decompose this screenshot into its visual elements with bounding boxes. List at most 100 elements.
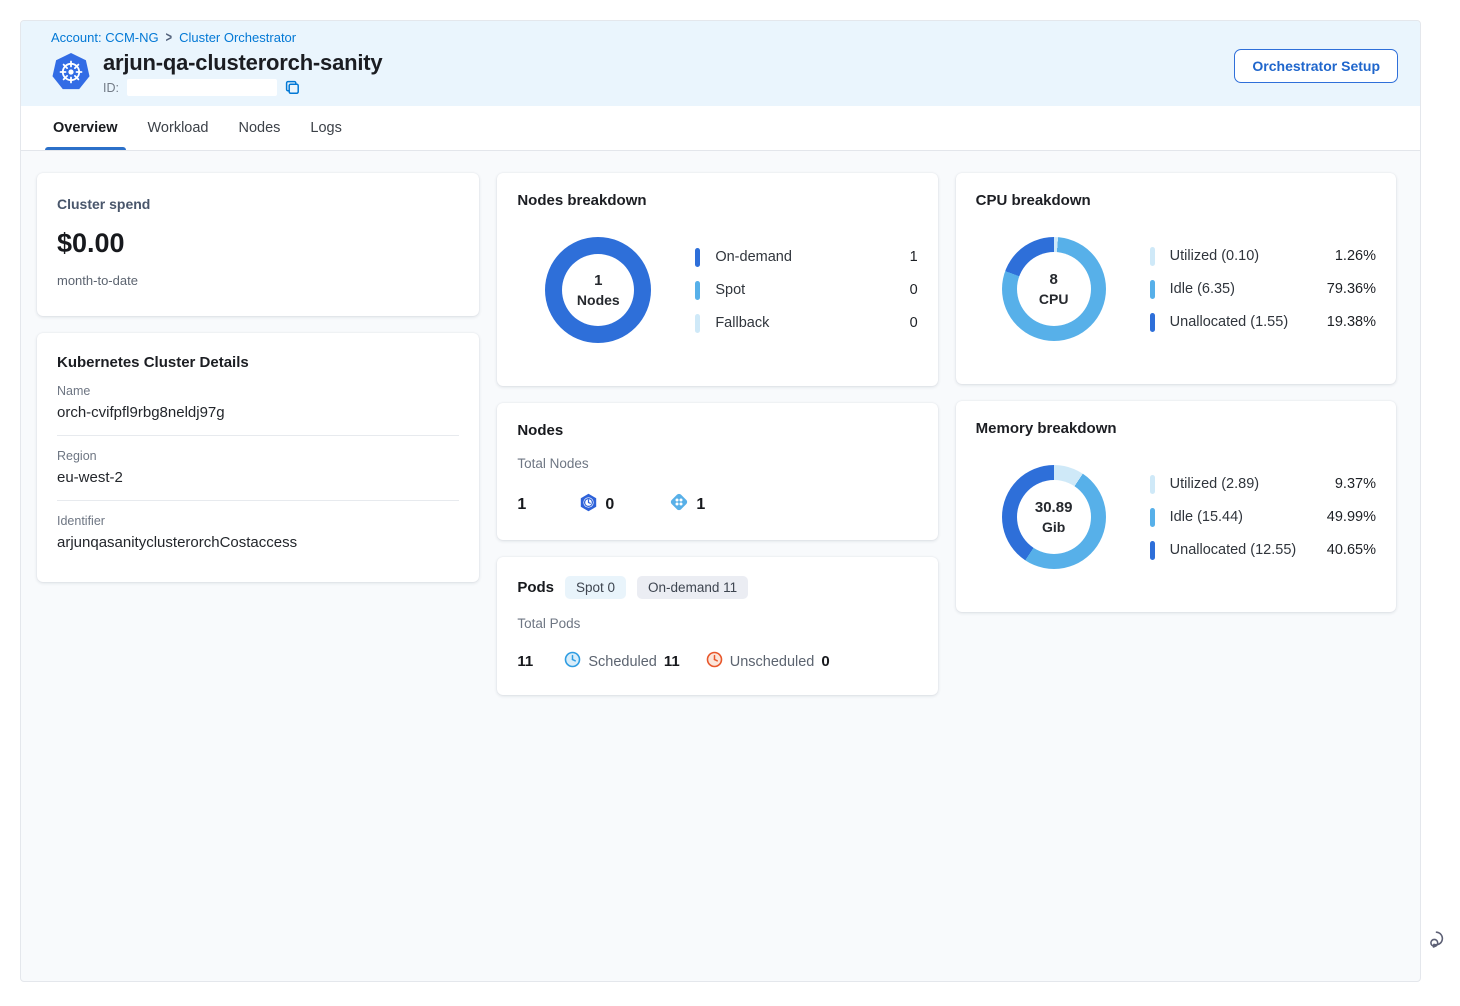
nodes-breakdown-title: Nodes breakdown: [517, 192, 917, 209]
legend-swatch-spot: [695, 281, 700, 300]
legend-value: 9.37%: [1335, 476, 1376, 492]
tab-nodes[interactable]: Nodes: [236, 106, 282, 150]
nodes-donut-chart: 1 Nodes: [545, 237, 651, 343]
legend-value: 1.26%: [1335, 248, 1376, 264]
pods-card: Pods Spot 0 On-demand 11 Total Pods 11: [497, 557, 937, 695]
id-label: ID:: [103, 81, 119, 95]
detail-field-identifier: Identifier arjunqasanityclusterorchCosta…: [57, 500, 459, 565]
detail-field-name: Name orch-cvifpfl9rbg8neldj97g: [57, 371, 459, 435]
cluster-spend-period: month-to-date: [57, 273, 459, 288]
nodes-counts-row: 1 0: [517, 492, 917, 517]
nodes-card: Nodes Total Nodes 1: [497, 403, 937, 540]
cluster-spend-card: Cluster spend $0.00 month-to-date: [37, 173, 479, 316]
nodes-card-title: Nodes: [517, 422, 917, 439]
memory-breakdown-title: Memory breakdown: [976, 420, 1376, 437]
field-value: orch-cvifpfl9rbg8neldj97g: [57, 404, 459, 435]
orchestrator-setup-button[interactable]: Orchestrator Setup: [1234, 49, 1398, 83]
scheduled-count: 11: [664, 653, 680, 670]
cluster-id-value: [127, 79, 277, 96]
chat-help-icon[interactable]: [1428, 928, 1450, 955]
total-pods-count: 11: [517, 653, 564, 670]
legend-row: Fallback 0: [695, 314, 917, 333]
unscheduled-count: 0: [821, 653, 829, 670]
cpu-breakdown-body: 8 CPU Utilized (0.10) 1.26% Idle (6.35): [976, 237, 1376, 341]
legend-label: Unallocated (1.55): [1170, 314, 1289, 330]
legend-value: 40.65%: [1327, 542, 1376, 558]
field-value: eu-west-2: [57, 469, 459, 500]
legend-row: On-demand 1: [695, 248, 917, 267]
legend-row: Unallocated (12.55) 40.65%: [1150, 541, 1376, 560]
legend-label: Utilized (0.10): [1170, 248, 1259, 264]
donut-center-value: 8: [1049, 271, 1057, 288]
legend-label: Spot: [715, 282, 745, 298]
column-left: Cluster spend $0.00 month-to-date Kubern…: [37, 173, 479, 695]
total-nodes-count: 1: [517, 496, 579, 514]
spot-pods-badge: Spot 0: [565, 576, 626, 599]
scheduled-label: Scheduled: [588, 654, 657, 670]
legend-row: Utilized (0.10) 1.26%: [1150, 247, 1376, 266]
column-middle: Nodes breakdown 1 Nodes On-demand 1: [497, 173, 937, 695]
total-nodes-label: Total Nodes: [517, 456, 917, 471]
field-label: Identifier: [57, 514, 459, 528]
legend-label: Utilized (2.89): [1170, 476, 1259, 492]
donut-center: 8 CPU: [1017, 252, 1091, 326]
page-title: arjun-qa-clusterorch-sanity: [103, 50, 382, 76]
breadcrumb: Account: CCM-NG > Cluster Orchestrator: [51, 30, 1398, 45]
memory-breakdown-legend: Utilized (2.89) 9.37% Idle (15.44) 49.99…: [1150, 475, 1376, 560]
cpu-donut-chart: 8 CPU: [1002, 237, 1106, 341]
spot-node-icon: [579, 493, 598, 517]
donut-center-value: 30.89: [1035, 499, 1073, 516]
breadcrumb-section-link[interactable]: Cluster Orchestrator: [179, 30, 296, 45]
tab-bar: Overview Workload Nodes Logs: [21, 106, 1420, 151]
field-value: arjunqasanityclusterorchCostaccess: [57, 534, 459, 565]
legend-row: Unallocated (1.55) 19.38%: [1150, 313, 1376, 332]
donut-center: 30.89 Gib: [1017, 480, 1091, 554]
copy-icon[interactable]: [285, 80, 300, 95]
legend-label: Unallocated (12.55): [1170, 542, 1297, 558]
title-block: arjun-qa-clusterorch-sanity ID:: [103, 50, 382, 96]
legend-row: Idle (15.44) 49.99%: [1150, 508, 1376, 527]
tab-overview[interactable]: Overview: [51, 106, 120, 150]
pods-card-title: Pods: [517, 579, 554, 596]
donut-center-label: CPU: [1039, 291, 1069, 307]
title-row: arjun-qa-clusterorch-sanity ID:: [51, 50, 1398, 96]
legend-label: Idle (15.44): [1170, 509, 1243, 525]
on-demand-nodes-count: 1: [696, 496, 705, 514]
breadcrumb-account-link[interactable]: Account: CCM-NG: [51, 30, 159, 45]
legend-label: On-demand: [715, 249, 792, 265]
kubernetes-icon: [51, 52, 91, 92]
legend-label: Fallback: [715, 315, 769, 331]
donut-center: 1 Nodes: [562, 254, 634, 326]
legend-swatch-idle: [1150, 280, 1155, 299]
nodes-breakdown-legend: On-demand 1 Spot 0 Fallback 0: [695, 248, 917, 333]
spot-nodes-stat: 0: [579, 493, 669, 517]
total-pods-label: Total Pods: [517, 616, 917, 631]
unscheduled-label: Unscheduled: [730, 654, 815, 670]
on-demand-nodes-stat: 1: [669, 492, 759, 517]
legend-value: 79.36%: [1327, 281, 1376, 297]
scheduled-clock-icon: [564, 651, 581, 672]
legend-row: Idle (6.35) 79.36%: [1150, 280, 1376, 299]
scheduled-pods-stat: Scheduled 11: [564, 651, 679, 672]
cpu-breakdown-card: CPU breakdown 8 CPU Utilized (0.10) 1.26…: [956, 173, 1396, 384]
tab-workload[interactable]: Workload: [146, 106, 211, 150]
legend-value: 0: [910, 315, 918, 331]
cluster-details-title: Kubernetes Cluster Details: [57, 354, 459, 371]
memory-breakdown-card: Memory breakdown 30.89 Gib Utilized (2.8…: [956, 401, 1396, 612]
cluster-spend-amount: $0.00: [57, 228, 459, 259]
on-demand-pods-badge: On-demand 11: [637, 576, 748, 599]
unscheduled-pods-stat: Unscheduled 0: [706, 651, 830, 672]
cluster-orchestrator-page: Account: CCM-NG > Cluster Orchestrator: [20, 20, 1421, 982]
nodes-breakdown-body: 1 Nodes On-demand 1 Spot 0: [517, 237, 917, 343]
tab-logs[interactable]: Logs: [308, 106, 343, 150]
legend-swatch-unallocated: [1150, 313, 1155, 332]
spot-nodes-count: 0: [605, 496, 614, 514]
legend-value: 49.99%: [1327, 509, 1376, 525]
memory-breakdown-body: 30.89 Gib Utilized (2.89) 9.37% Idle (15: [976, 465, 1376, 569]
legend-row: Spot 0: [695, 281, 917, 300]
legend-swatch-utilized: [1150, 475, 1155, 494]
legend-row: Utilized (2.89) 9.37%: [1150, 475, 1376, 494]
chevron-right-icon: >: [166, 30, 172, 46]
cluster-spend-title: Cluster spend: [57, 196, 459, 212]
memory-donut-chart: 30.89 Gib: [1002, 465, 1106, 569]
